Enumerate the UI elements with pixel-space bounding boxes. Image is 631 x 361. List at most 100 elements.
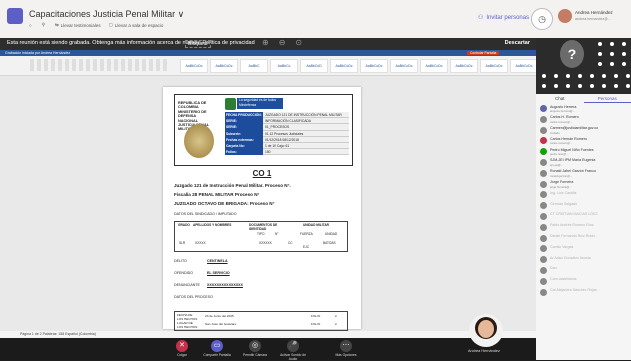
complainant-row: DENUNCIANTEXXXXXXXXXXXXXXX: [174, 283, 243, 287]
participant-name: Pablo Andrés Romero Ríos: [550, 223, 594, 227]
invite-people-button[interactable]: ⚇Invitar personas: [478, 14, 529, 21]
lock-button[interactable]: Bloquear: [185, 40, 211, 48]
clock-icon[interactable]: ◷: [531, 8, 553, 30]
style-item[interactable]: AaBbCcDc: [480, 59, 508, 73]
style-item[interactable]: AaBbCcD: [300, 59, 328, 73]
sub-action[interactable]: ⚲: [42, 22, 47, 28]
tab-people[interactable]: Personas: [584, 94, 631, 103]
avatar: [540, 213, 547, 220]
participant-tile[interactable]: [542, 84, 546, 88]
participant-mail: jorge.forneira@...: [550, 185, 572, 189]
dismiss-button[interactable]: Descartar: [505, 40, 530, 46]
participant-item[interactable]: Carlos Hernán Romerocarlos.romero@...: [536, 136, 631, 147]
hang-up-button[interactable]: ✕Colgar: [165, 340, 199, 357]
sub-action[interactable]: ⇆Llevar testimoniales: [55, 22, 101, 28]
participant-item[interactable]: Pedro Miguel Niño Fuentespedro.nino@...: [536, 147, 631, 158]
style-item[interactable]: AaBbCcDc: [450, 59, 478, 73]
participant-tile[interactable]: [622, 62, 626, 66]
participant-item[interactable]: Carlos H. Romerocarlos.romero@...: [536, 115, 631, 126]
participant-item[interactable]: Cat Alejandra Sánchez Rojas: [536, 288, 631, 299]
participant-tile[interactable]: [614, 74, 618, 78]
participant-item[interactable]: SJM-JEI IPM María Eugeniasjm.jei@...: [536, 158, 631, 169]
participant-tile[interactable]: [610, 52, 614, 56]
participant-item[interactable]: Dan: [536, 266, 631, 277]
style-item[interactable]: AaBbCc: [270, 59, 298, 73]
participant-item[interactable]: Augusto Herreraaugusto.herrera@...: [536, 104, 631, 115]
participant-tile[interactable]: [554, 74, 558, 78]
participant-tile[interactable]: [578, 84, 582, 88]
zoom-in-icon[interactable]: ⊕: [262, 38, 269, 47]
avatar[interactable]: [558, 9, 572, 23]
participant-list: Augusto Herreraaugusto.herrera@...Carlos…: [536, 104, 631, 298]
participant-name: Dan: [550, 266, 557, 270]
participant-tile[interactable]: [598, 62, 602, 66]
take-control-button[interactable]: Controlar Pantalla: [467, 51, 499, 55]
participant-tile[interactable]: [626, 74, 630, 78]
share-screen-button[interactable]: ▭Compartir Pantalla: [200, 340, 234, 357]
participant-tile[interactable]: [542, 74, 546, 78]
avatar: [540, 127, 547, 134]
style-item[interactable]: AaBbCcDc: [330, 59, 358, 73]
avatar: [540, 148, 547, 155]
participant-tile[interactable]: [578, 74, 582, 78]
participant-tile[interactable]: [626, 84, 630, 88]
participant-tile[interactable]: [566, 84, 570, 88]
style-item[interactable]: AaBbCcDc: [210, 59, 238, 73]
participant-tile[interactable]: [602, 84, 606, 88]
participant-name: Carmen@justiciamilitar.gov.co: [550, 126, 598, 130]
zoom-out-icon[interactable]: ⊖: [279, 38, 286, 47]
participant-tile[interactable]: [622, 52, 626, 56]
participant-item[interactable]: Ronald Jahel Garzón Francoronald.garzon@…: [536, 169, 631, 180]
participant-tile[interactable]: [602, 74, 606, 78]
participant-item[interactable]: Pablo Andrés Romero Ríos: [536, 223, 631, 234]
participant-tile[interactable]: [610, 62, 614, 66]
participant-tile[interactable]: [622, 42, 626, 46]
avatar: [540, 191, 547, 198]
tab-chat[interactable]: Chat: [536, 94, 584, 103]
control-label: Compartir Pantalla: [203, 353, 230, 357]
meeting-sub-actions: ○ ⚲ ⇆Llevar testimoniales ▢Llevar a sala…: [29, 22, 163, 28]
style-item[interactable]: AaBbCcDc: [360, 59, 388, 73]
participant-item[interactable]: CT CRISTIAN MACIAS LÓEZ: [536, 212, 631, 223]
participant-item[interactable]: Cam castellanos: [536, 277, 631, 288]
brigade-line: JUZGADO OCTAVO DE BRIGADA: Proceso N°: [174, 201, 274, 206]
participant-item[interactable]: Camilo Vargas: [536, 244, 631, 255]
participant-item[interactable]: Ing. Luis Castilla: [536, 190, 631, 201]
participant-tile[interactable]: [554, 84, 558, 88]
meeting-title[interactable]: Capacitaciones Justicia Penal Militar ∨: [29, 9, 184, 20]
recording-message: Esta reunión está siendo grabada. Obteng…: [7, 40, 255, 46]
participant-item[interactable]: Jorge Forneirajorge.forneira@...: [536, 180, 631, 191]
participant-tile[interactable]: [590, 84, 594, 88]
fit-icon[interactable]: ⊙: [295, 38, 302, 47]
participant-tile[interactable]: [566, 74, 570, 78]
self-avatar[interactable]: ?: [560, 40, 584, 68]
style-item[interactable]: AaBbC: [240, 59, 268, 73]
avatar: [540, 159, 547, 166]
call-controls: ✕Colgar▭Compartir Pantalla◎Permitir Cáma…: [0, 338, 536, 360]
style-item[interactable]: AaBbCcDc: [420, 59, 448, 73]
audio-button[interactable]: 🎤Activar Sonido de Audio: [276, 340, 310, 361]
participant-item[interactable]: Carmen@justiciamilitar.gov.coInvitado: [536, 126, 631, 137]
font-controls[interactable]: [30, 59, 170, 71]
more-options-button[interactable]: ⋯Más Opciones: [329, 340, 363, 357]
field-row: Folios:150: [225, 149, 349, 155]
participant-tile[interactable]: [614, 84, 618, 88]
active-speaker-video[interactable]: [469, 314, 503, 347]
crime-row: DELITOCENTINELA: [174, 259, 228, 263]
participant-item[interactable]: Daniel Fernando Ruiz Rubio: [536, 234, 631, 245]
participant-name: Germán Salgado: [550, 202, 577, 206]
user-mail: andrea.hernandez@...: [575, 17, 611, 21]
participant-tile[interactable]: [598, 42, 602, 46]
participant-tile[interactable]: [610, 42, 614, 46]
sub-action[interactable]: ○: [29, 22, 34, 28]
style-item[interactable]: AaBbCcDc: [510, 59, 538, 73]
participant-tile[interactable]: [598, 52, 602, 56]
style-item[interactable]: AaBbCcDc: [390, 59, 418, 73]
sub-action[interactable]: ▢Llevar a sala de espacio: [109, 22, 164, 28]
audio-icon: 🎤: [287, 340, 299, 352]
participant-tile[interactable]: [590, 74, 594, 78]
participant-item[interactable]: Ar Adán González Acosta: [536, 255, 631, 266]
style-item[interactable]: AaBbCcDc: [180, 59, 208, 73]
participant-item[interactable]: Germán Salgado: [536, 201, 631, 212]
camera-button[interactable]: ◎Permitir Cámara: [238, 340, 272, 357]
